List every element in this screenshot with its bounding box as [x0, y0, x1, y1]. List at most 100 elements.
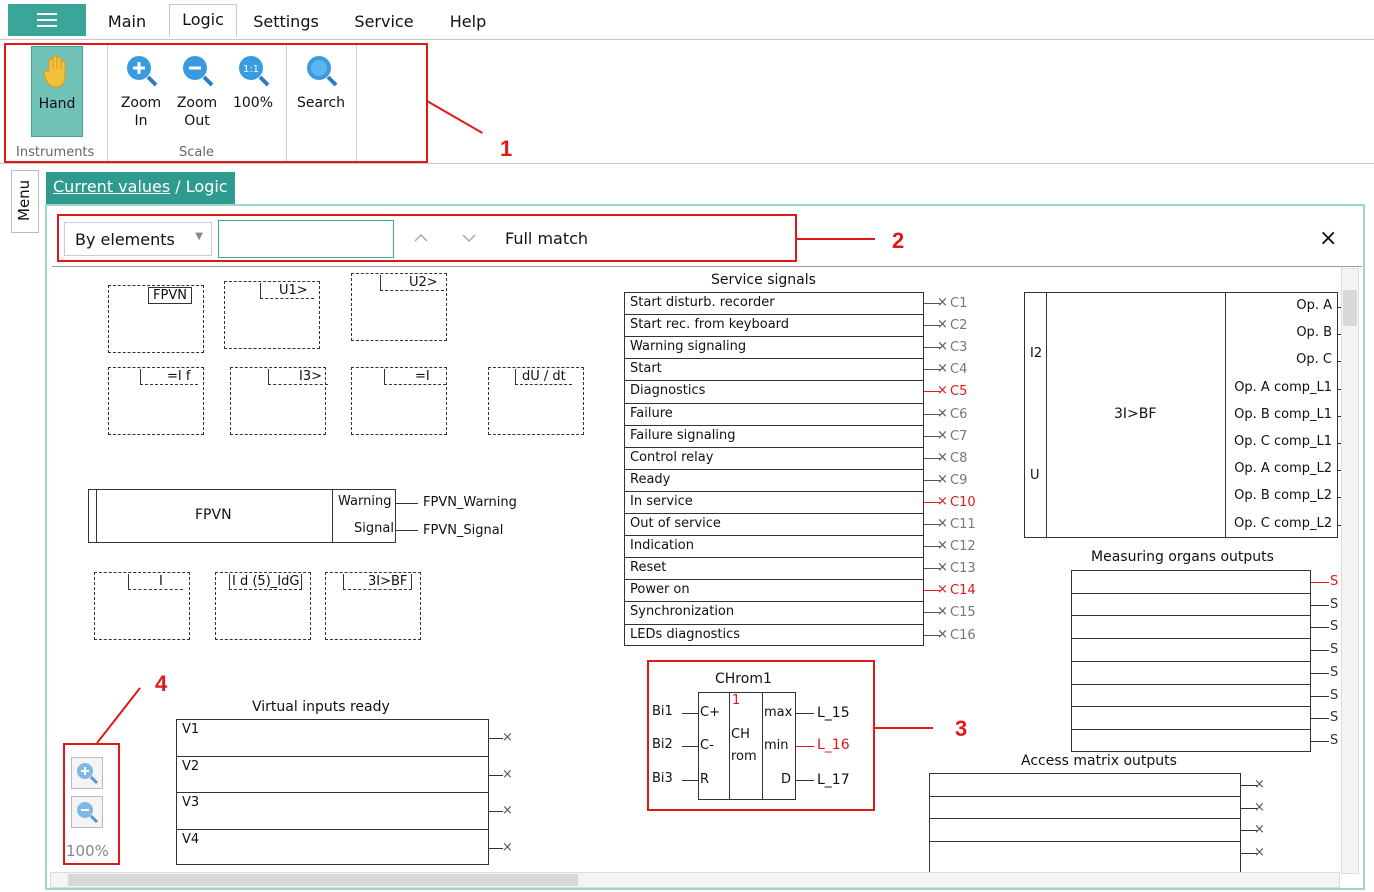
row-divider: [929, 795, 1241, 797]
service-signal-code: C5: [950, 384, 968, 400]
tab-settings[interactable]: Settings: [246, 7, 326, 40]
fpvn-block-border: [96, 489, 97, 543]
service-signal-label[interactable]: Reset: [630, 560, 666, 575]
measuring-output-label: S3: [1330, 619, 1338, 635]
measuring-output-label: S8: [1330, 732, 1338, 748]
bf-input-label: U: [1030, 468, 1040, 483]
service-signal-label[interactable]: Out of service: [630, 516, 721, 531]
breadcrumb-link-current-values[interactable]: Current values: [53, 177, 170, 196]
service-signal-code: C4: [950, 362, 968, 378]
row-divider: [929, 841, 1241, 843]
row-divider: [624, 513, 924, 514]
service-signal-label[interactable]: Start: [630, 361, 662, 376]
bf-output-label: Op. A comp_L1: [1234, 379, 1332, 395]
service-signal-label[interactable]: Indication: [630, 538, 694, 553]
row-divider: [1071, 592, 1311, 594]
signal-x-icon: ×: [937, 471, 948, 487]
service-signal-label[interactable]: Synchronization: [630, 604, 734, 619]
signal-x-icon: ×: [937, 604, 948, 620]
dashed-block-label: 3I>BF: [343, 574, 413, 590]
tab-main[interactable]: Main: [96, 7, 158, 40]
measuring-output-label: S1: [1330, 574, 1338, 589]
annotation-number-2: 2: [892, 228, 905, 253]
dashed-block-label: =I: [384, 369, 446, 385]
dashed-block-label: I3>: [268, 369, 328, 385]
close-icon[interactable]: ×: [1319, 226, 1337, 251]
annotation-number-4: 4: [155, 671, 168, 696]
bf-output-label: Op. C: [1296, 352, 1332, 368]
measuring-output-label: S7: [1330, 710, 1338, 726]
signal-x-icon: ×: [937, 317, 948, 333]
service-signal-code: C13: [950, 561, 976, 577]
tab-logic[interactable]: Logic: [169, 4, 237, 37]
fpvn-block-border: [332, 489, 333, 543]
signal-x-icon: ×: [937, 449, 948, 465]
service-signal-label[interactable]: Warning signaling: [630, 339, 746, 354]
fpvn-title: FPVN: [195, 507, 232, 523]
tab-help[interactable]: Help: [440, 7, 496, 40]
vertical-scrollbar-thumb[interactable]: [1343, 290, 1357, 326]
service-signal-code: C8: [950, 450, 968, 466]
dashed-block-label: U2>: [380, 275, 444, 291]
service-signal-label[interactable]: LEDs diagnostics: [630, 627, 740, 642]
service-signal-label[interactable]: Failure: [630, 406, 673, 421]
vertical-scrollbar[interactable]: [1341, 268, 1359, 874]
service-signal-label[interactable]: In service: [630, 494, 693, 509]
annotation-line-2: [797, 238, 875, 240]
bf-block-border: [1046, 292, 1047, 538]
virtual-input-label[interactable]: V1: [182, 722, 199, 737]
measuring-output-label: S5: [1330, 664, 1338, 680]
fpvn-output-label: Warning: [338, 494, 392, 509]
row-divider: [624, 402, 924, 404]
virtual-input-label[interactable]: V3: [182, 795, 199, 810]
service-signal-code: C11: [950, 517, 976, 532]
service-signal-label[interactable]: Ready: [630, 472, 670, 487]
access-title: Access matrix outputs: [1021, 753, 1177, 769]
measuring-output-label: S6: [1330, 687, 1338, 703]
side-menu-toggle[interactable]: Menu: [11, 170, 39, 233]
row-divider: [624, 336, 924, 338]
fpvn-output-label: Signal: [354, 521, 394, 536]
row-divider: [176, 828, 489, 830]
service-signal-code: C16: [950, 627, 976, 643]
bf-output-label: Op. B comp_L2: [1234, 488, 1332, 504]
signal-x-icon: ×: [937, 626, 948, 642]
fpvn-signal: FPVN_Warning: [423, 495, 517, 510]
horizontal-scrollbar-thumb[interactable]: [68, 874, 578, 886]
signal-x-icon: ×: [937, 361, 948, 377]
signal-x-icon: ×: [937, 295, 948, 310]
service-signal-label[interactable]: Control relay: [630, 450, 713, 465]
wire: [489, 811, 503, 812]
row-divider: [176, 755, 489, 757]
row-divider: [624, 601, 924, 603]
tab-service[interactable]: Service: [346, 7, 422, 40]
bf-output-label: Op. C comp_L2: [1234, 515, 1332, 531]
service-signal-code: C9: [950, 472, 968, 488]
bf-block-border: [1225, 292, 1226, 538]
dashed-block-label: U1>: [260, 283, 314, 299]
virtual-input-label[interactable]: V2: [182, 759, 199, 774]
signal-x-icon: ×: [937, 383, 948, 399]
annotation-line-3: [875, 727, 933, 729]
virtual-input-label[interactable]: V4: [182, 832, 199, 847]
service-signal-code: C12: [950, 539, 976, 555]
service-signal-code: C6: [950, 406, 968, 422]
row-divider: [624, 358, 924, 360]
row-divider: [624, 446, 924, 448]
signal-x-icon: ×: [937, 516, 948, 531]
fpvn-signal: FPVN_Signal: [423, 523, 504, 538]
row-divider: [624, 490, 924, 492]
service-signal-label[interactable]: Failure signaling: [630, 428, 735, 443]
measuring-output-label: S2: [1330, 596, 1338, 612]
output-x-icon: ×: [502, 730, 513, 745]
bf-output-label: Op. C comp_L1: [1234, 434, 1332, 449]
service-signal-label[interactable]: Diagnostics: [630, 383, 705, 398]
dashed-block-label: I d (5)_IdG: [229, 574, 303, 590]
service-signal-label[interactable]: Start rec. from keyboard: [630, 317, 789, 332]
wire: [396, 503, 418, 504]
service-signal-label[interactable]: Power on: [630, 582, 690, 597]
annotation-line-1: [426, 100, 483, 134]
service-signal-label[interactable]: Start disturb. recorder: [630, 295, 775, 310]
signal-x-icon: ×: [937, 582, 948, 598]
hamburger-menu-icon[interactable]: [8, 4, 86, 36]
